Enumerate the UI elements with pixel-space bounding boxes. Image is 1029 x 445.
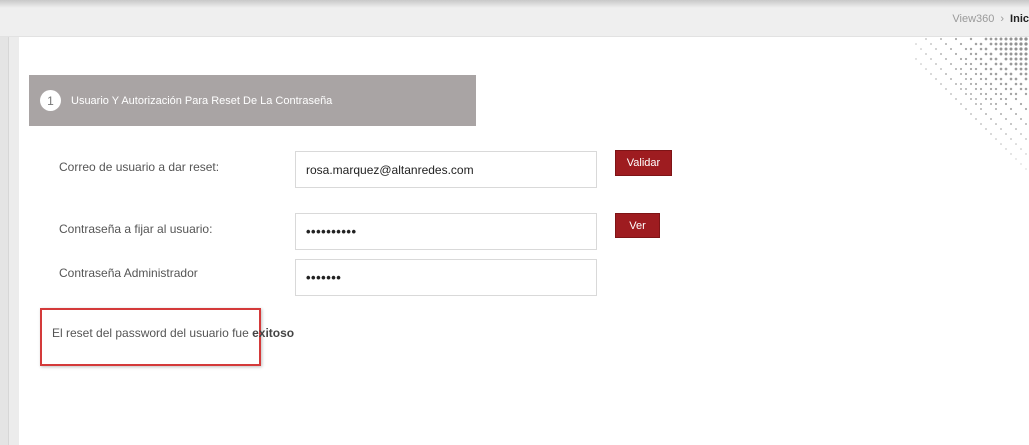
new-password-field[interactable]: •••••••••• — [295, 213, 597, 250]
left-sidebar-edge — [0, 37, 9, 445]
dot-pattern-decoration — [914, 37, 1029, 237]
step-title: Usuario Y Autorización Para Reset De La … — [71, 94, 333, 107]
breadcrumb-item-view360[interactable]: View360 — [952, 13, 994, 29]
breadcrumb: View360 › Inic — [952, 13, 1029, 29]
step-number-badge: 1 — [40, 90, 61, 111]
new-password-label: Contraseña a fijar al usuario: — [59, 222, 213, 236]
result-message: El reset del password del usuario fue ex… — [52, 326, 294, 340]
top-bar: View360 › Inic — [0, 0, 1029, 37]
email-field[interactable]: rosa.marquez@altanredes.com — [295, 151, 597, 188]
admin-password-label: Contraseña Administrador — [59, 266, 198, 280]
chevron-right-icon: › — [1000, 13, 1005, 25]
email-label: Correo de usuario a dar reset: — [59, 160, 220, 174]
validate-button[interactable]: Validar — [615, 150, 672, 176]
top-bar-shadow — [0, 0, 1029, 8]
result-status: exitoso — [252, 326, 295, 340]
admin-password-field[interactable]: ••••••• — [295, 259, 597, 296]
breadcrumb-item-current: Inic — [1010, 13, 1029, 25]
show-password-button[interactable]: Ver — [615, 213, 660, 238]
step-header: 1 Usuario Y Autorización Para Reset De L… — [29, 75, 476, 126]
result-message-box: El reset del password del usuario fue ex… — [40, 308, 294, 366]
result-prefix: El reset del password del usuario fue — [52, 326, 249, 340]
